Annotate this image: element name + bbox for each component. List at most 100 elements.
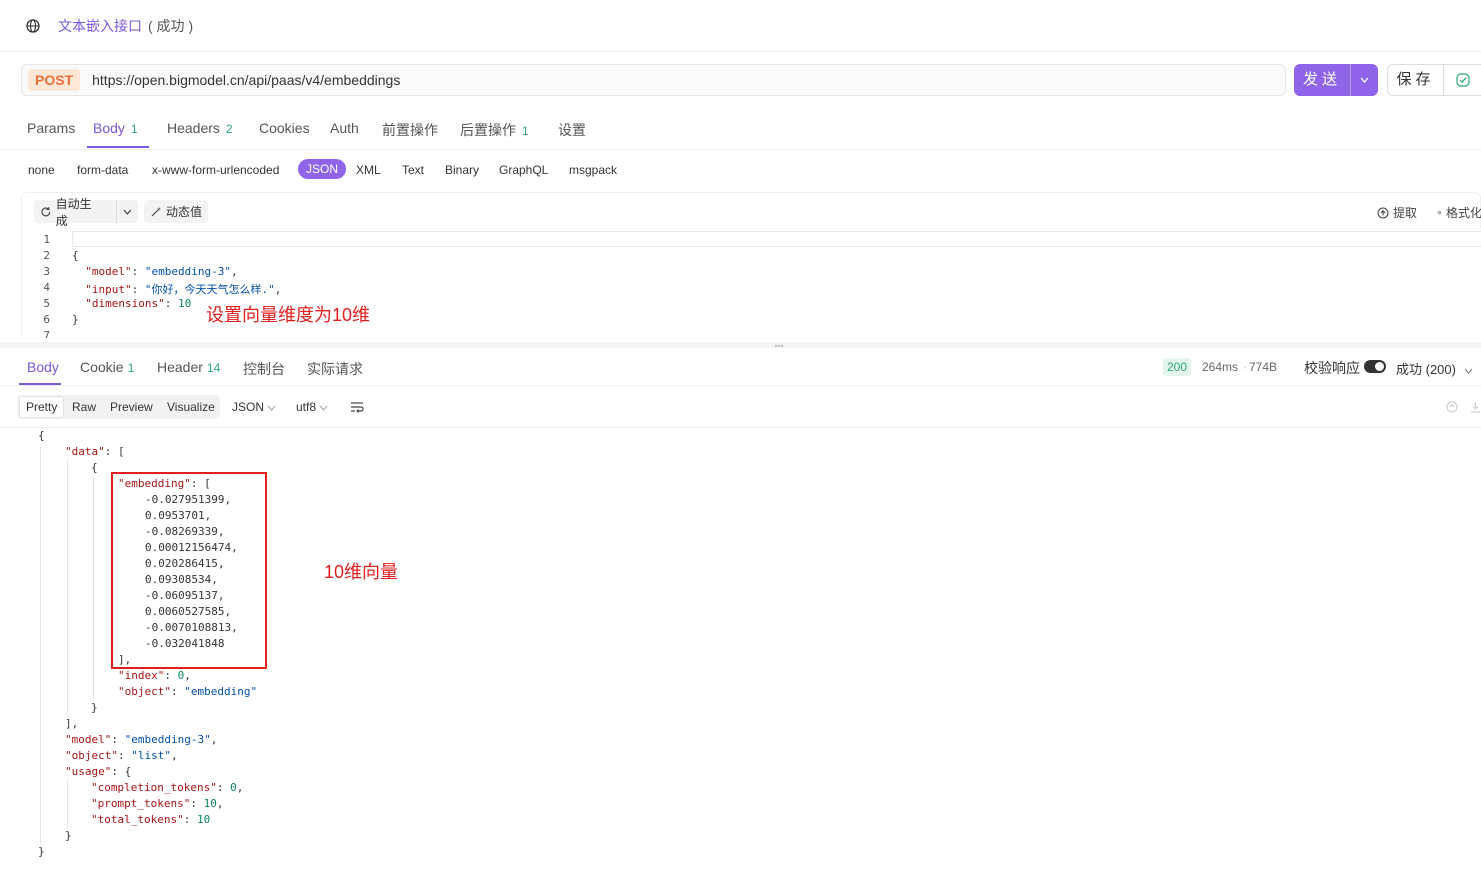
save-check[interactable] (1444, 73, 1481, 87)
line-number: 1 (43, 233, 50, 246)
chevron-down-icon (319, 405, 328, 411)
body-type-binary[interactable]: Binary (445, 163, 479, 177)
extract-icon (1377, 206, 1389, 219)
body-type-json[interactable]: JSON (298, 159, 347, 179)
tab-response-body[interactable]: Body (27, 359, 59, 375)
tab-pre-ops[interactable]: 前置操作 (382, 120, 438, 140)
encoding-select[interactable]: utf8 (296, 400, 328, 414)
url-bar[interactable]: POST https://open.bigmodel.cn/api/paas/v… (21, 64, 1286, 96)
tab-settings[interactable]: 设置 (558, 120, 586, 140)
send-dropdown[interactable] (1351, 64, 1378, 96)
tab-response-cookie[interactable]: Cookie 1 (80, 359, 134, 375)
json-line: "index": 0, (118, 669, 191, 682)
chevron-down-icon (1464, 368, 1473, 374)
validate-response-label: 校验响应 (1304, 360, 1360, 376)
line-number: 2 (43, 249, 50, 262)
view-pretty[interactable]: Pretty (19, 396, 65, 418)
body-type-text[interactable]: Text (402, 163, 424, 177)
line-number: 4 (43, 281, 50, 294)
code-line: "dimensions": 10 (85, 297, 192, 310)
line-number: 7 (43, 329, 50, 338)
body-type-xml[interactable]: XML (356, 163, 381, 177)
editor-toolbar: 自动生成 动态值 提取 格式化 (21, 192, 1481, 228)
indent-guide (40, 444, 41, 844)
body-type-form-data[interactable]: form-data (77, 163, 128, 177)
send-button[interactable]: 发送 (1294, 64, 1378, 96)
separator-dot: · (1243, 360, 1247, 374)
body-type-graphql[interactable]: GraphQL (499, 163, 548, 177)
body-type-msgpack[interactable]: msgpack (569, 163, 617, 177)
annotation-vector: 10维向量 (324, 562, 399, 582)
code-line: "input": "你好，今天天气怎么样.", (85, 283, 282, 296)
json-line: { (91, 461, 98, 474)
view-preview[interactable]: Preview (110, 400, 153, 414)
format-button[interactable]: 格式化 (1437, 204, 1481, 221)
line-number: 6 (43, 313, 50, 326)
active-tab-indicator (87, 146, 149, 148)
tab-params[interactable]: Params (27, 120, 75, 136)
save-button-label[interactable]: 保存 (1388, 65, 1444, 95)
current-line-highlight (72, 231, 1481, 247)
chevron-down-icon (267, 405, 276, 411)
indent-guide (93, 476, 94, 700)
tab-response-header[interactable]: Header 14 (157, 359, 220, 375)
json-line: { (38, 429, 45, 442)
json-line: "model": "embedding-3", (65, 733, 218, 746)
chevron-down-icon (123, 209, 132, 215)
request-tabs: Params Body 1 Headers 2 Cookies Auth 前置操作 … (0, 108, 1481, 150)
api-name[interactable]: 文本嵌入接口 (58, 16, 142, 36)
response-size: 774B (1249, 360, 1278, 374)
title-bar: 文本嵌入接口 ( 成功 ) (0, 0, 1481, 52)
wand-icon (151, 206, 161, 216)
embedding-highlight-box (111, 472, 267, 669)
json-line: "data": [ (65, 445, 125, 458)
dynamic-value-button[interactable]: 动态值 (144, 200, 209, 223)
tab-cookies[interactable]: Cookies (259, 120, 310, 136)
status-code-badge: 200 (1163, 358, 1192, 376)
save-button[interactable]: 保存 (1387, 64, 1481, 96)
json-line: "total_tokens": 10 (91, 813, 211, 826)
validation-result-dropdown[interactable]: 成功 (200) (1396, 359, 1473, 378)
body-type-selector: none form-data x-www-form-urlencoded JSO… (0, 158, 1481, 184)
tab-body[interactable]: Body 1 (93, 120, 138, 136)
active-tab-indicator (19, 383, 61, 385)
tab-auth[interactable]: Auth (330, 120, 359, 136)
json-line: "usage": { (65, 765, 132, 778)
check-circle-icon (1455, 73, 1470, 87)
indent-guide (67, 780, 68, 828)
indent-guide (67, 460, 68, 716)
format-select[interactable]: JSON (232, 400, 276, 414)
annotation-dimensions: 设置向量维度为10维 (206, 305, 371, 325)
line-number: 5 (43, 297, 50, 310)
method-selector[interactable]: POST (28, 69, 81, 91)
json-line: "completion_tokens": 0, (91, 781, 244, 794)
view-raw[interactable]: Raw (72, 400, 96, 414)
extract-button[interactable]: 提取 (1377, 204, 1417, 221)
json-line: "object": "embedding" (118, 685, 258, 698)
panel-splitter[interactable]: ··· (0, 338, 1481, 352)
code-line: { (72, 249, 79, 262)
tab-post-ops[interactable]: 后置操作 1 (460, 120, 529, 140)
scroll-top-icon[interactable] (1446, 401, 1458, 413)
tab-headers[interactable]: Headers 2 (167, 120, 233, 136)
globe-icon (26, 18, 40, 33)
json-line: ], (65, 717, 79, 730)
json-line: } (91, 701, 98, 714)
code-line: "model": "embedding-3", (85, 265, 238, 278)
code-line: } (72, 313, 79, 326)
wrap-lines-icon[interactable] (350, 401, 364, 413)
format-icon (1437, 210, 1442, 215)
send-button-label[interactable]: 发送 (1294, 64, 1351, 96)
download-icon[interactable] (1470, 401, 1481, 413)
line-number: 3 (43, 265, 50, 278)
body-type-none[interactable]: none (28, 163, 55, 177)
tab-actual-request[interactable]: 实际请求 (307, 359, 363, 379)
json-line: "object": "list", (65, 749, 178, 762)
validate-response-toggle[interactable] (1364, 360, 1386, 373)
body-type-urlencoded[interactable]: x-www-form-urlencoded (152, 163, 279, 177)
view-visualize[interactable]: Visualize (167, 400, 215, 414)
refresh-icon (41, 206, 51, 216)
url-input[interactable]: https://open.bigmodel.cn/api/paas/v4/emb… (92, 72, 400, 88)
tab-console[interactable]: 控制台 (243, 359, 285, 379)
auto-generate-button[interactable]: 自动生成 (34, 197, 138, 228)
